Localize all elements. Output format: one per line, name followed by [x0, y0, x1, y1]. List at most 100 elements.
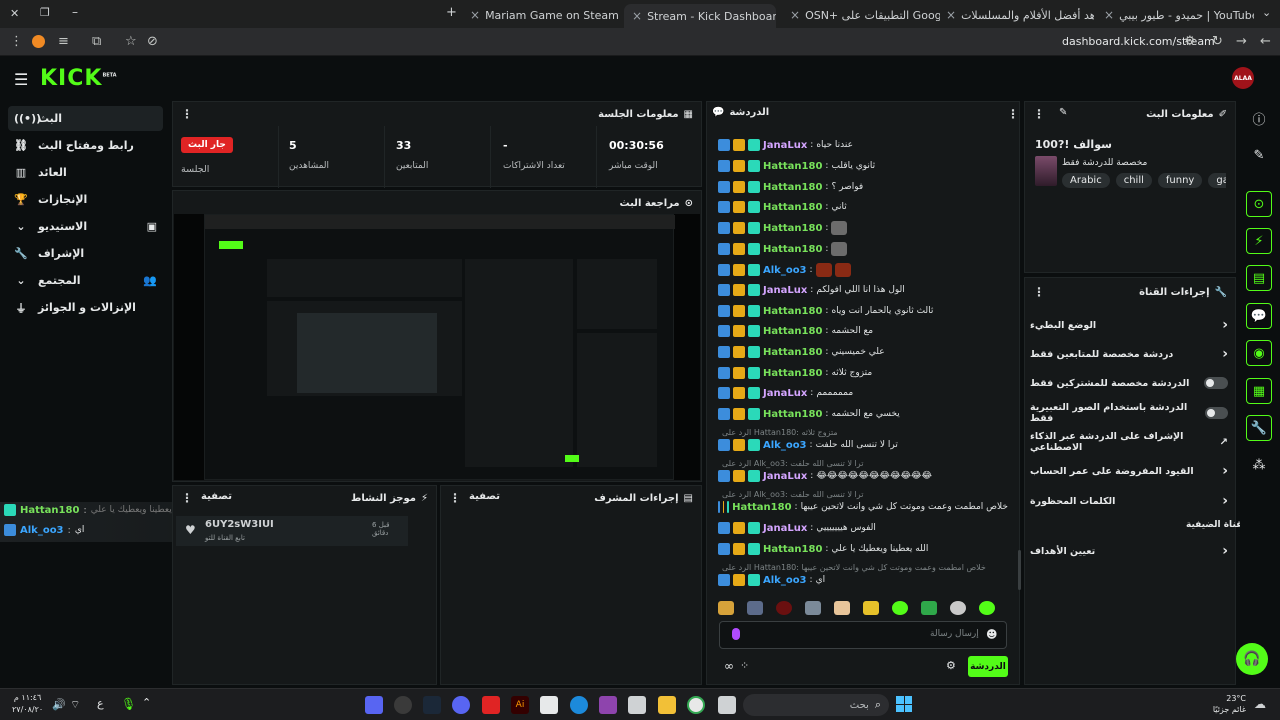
- tab-youtube[interactable]: × حميدو - طيور بيبي | YouTube - y: [1104, 4, 1254, 26]
- hamburger-menu-icon[interactable]: ☰: [14, 70, 28, 89]
- stream-preview-video[interactable]: [174, 214, 700, 480]
- support-headset-icon[interactable]: 🎧: [1236, 643, 1268, 675]
- microphone-icon[interactable]: 🎙: [121, 697, 136, 711]
- windows-start-icon[interactable]: [896, 696, 912, 712]
- emotes-only-toggle[interactable]: [1205, 407, 1228, 419]
- nav-item-stream-key[interactable]: ⛓ رابط ومفتاح البث: [8, 133, 163, 158]
- kebab-menu-icon[interactable]: ⋮: [1033, 285, 1045, 299]
- chat-message[interactable]: Hattan180: متزوج ثلاثه: [718, 364, 1008, 382]
- chat-message[interactable]: Hattan180: ثانوي ياقلب: [718, 157, 1008, 175]
- bookmark-star-icon[interactable]: ☆: [125, 34, 137, 49]
- nav-item-moderation[interactable]: 🔧 الإشراف: [8, 241, 163, 266]
- avatar[interactable]: ALAA: [1232, 67, 1254, 89]
- acrobat-icon[interactable]: [482, 696, 500, 714]
- chat-message[interactable]: Hattan180:: [718, 219, 1008, 237]
- ai-moderation-row[interactable]: الإشراف على الدردشة عبر الذكاء الاصطناعي…: [1030, 431, 1228, 453]
- tracking-protection-icon[interactable]: ⊘: [147, 34, 158, 49]
- emote-button[interactable]: [950, 601, 966, 615]
- emoji-picker-icon[interactable]: ☻: [986, 628, 997, 641]
- close-tab-icon[interactable]: ×: [632, 9, 642, 23]
- mod-log-toggle-icon[interactable]: ▤: [1246, 265, 1272, 291]
- preview-toggle-icon[interactable]: ⊙: [1246, 191, 1272, 217]
- subscribers-only-toggle[interactable]: [1204, 377, 1228, 389]
- chat-message[interactable]: Hattan180: يخسي مع الحشمه: [718, 405, 1008, 423]
- tag-chip[interactable]: funny: [1157, 173, 1203, 188]
- close-tab-icon[interactable]: ×: [1104, 8, 1114, 22]
- app-icon[interactable]: [628, 696, 646, 714]
- chat-message[interactable]: Alk_oo3: اي: [718, 571, 1008, 589]
- chat-message[interactable]: JanaLux: 😂😂😂😂😂😂😂😂😂😂😂: [718, 467, 1008, 485]
- tag-chip[interactable]: Arabic: [1062, 173, 1110, 188]
- steam-icon[interactable]: [423, 696, 441, 714]
- edit-icon[interactable]: ✎: [1246, 142, 1272, 168]
- minimize-window-icon[interactable]: –: [72, 5, 78, 19]
- tab-kick-dashboard[interactable]: × Stream - Kick Dashboard K: [624, 4, 776, 28]
- emote-button[interactable]: [747, 601, 763, 615]
- chat-message[interactable]: Alk_oo3:: [718, 261, 1008, 279]
- account-age-row[interactable]: القيود المفروضة على عمر الحساب ›: [1030, 461, 1228, 481]
- close-tab-icon[interactable]: ×: [790, 8, 800, 22]
- chrome-icon[interactable]: [687, 696, 705, 714]
- chat-message[interactable]: Alk_oo3: ترا لا تنسى الله حلفت: [718, 436, 1008, 454]
- chat-toggle-icon[interactable]: 💬: [1246, 303, 1272, 329]
- gear-icon[interactable]: ⚙: [946, 659, 956, 672]
- emote-button[interactable]: [834, 601, 850, 615]
- chat-scrollbar[interactable]: [1018, 550, 1021, 590]
- emote-button[interactable]: [718, 601, 734, 615]
- category-thumbnail[interactable]: [1035, 156, 1057, 186]
- mic-icon[interactable]: [732, 628, 740, 640]
- more-widgets-icon[interactable]: ⁂: [1246, 452, 1272, 478]
- chat-message[interactable]: JanaLux: الول هذا انا اللي افولكم: [718, 281, 1008, 299]
- discord-icon[interactable]: [365, 696, 383, 714]
- copilot-icon[interactable]: [599, 696, 617, 714]
- set-goals-row[interactable]: تعيين الأهداف ›: [1030, 541, 1228, 561]
- edge-icon[interactable]: [570, 696, 588, 714]
- followers-only-row[interactable]: دردشة مخصصة للمتابعين فقط ›: [1030, 344, 1228, 364]
- tag-chip[interactable]: chill: [1115, 173, 1152, 188]
- kebab-menu-icon[interactable]: ⋮: [181, 491, 193, 505]
- tray-chevron-icon[interactable]: ⌃: [142, 696, 151, 709]
- chat-message[interactable]: Hattan180: ثاني: [718, 198, 1008, 216]
- users-icon[interactable]: ⁘: [740, 659, 749, 672]
- emote-button[interactable]: [921, 601, 937, 615]
- chat-message[interactable]: JanaLux: ممممممم: [718, 384, 1008, 402]
- nav-item-drops[interactable]: ⏚ الإنزالات و الجوائز: [8, 295, 163, 320]
- nav-item-stream[interactable]: ((•)) البث: [8, 106, 163, 131]
- reload-icon[interactable]: ↻: [1212, 34, 1223, 49]
- close-tab-icon[interactable]: ×: [946, 8, 956, 22]
- obs-icon[interactable]: [394, 696, 412, 714]
- filter-button[interactable]: تصفية: [201, 491, 232, 505]
- close-tab-icon[interactable]: ×: [470, 8, 480, 22]
- chat-message[interactable]: Hattan180: الله يعطينا ويعطيك يا علي: [718, 540, 1008, 558]
- nav-item-achievements[interactable]: 🏆 الإنجازات: [8, 187, 163, 212]
- slow-mode-row[interactable]: الوضع البطيء ›: [1030, 315, 1228, 335]
- clock[interactable]: ١١:٤٦ م ٢٧/٠٨/٢٠: [12, 692, 43, 716]
- emote-button[interactable]: [979, 601, 995, 615]
- activity-toggle-icon[interactable]: ⚡: [1246, 228, 1272, 254]
- kebab-menu-icon[interactable]: ⋮: [1033, 107, 1045, 121]
- tab-steam[interactable]: × Mariam Game on Steam: [470, 4, 620, 26]
- tab-search-list-icon[interactable]: ≡: [58, 34, 69, 49]
- chat-message[interactable]: JanaLux: عندنا حياه: [718, 136, 1008, 154]
- illustrator-icon[interactable]: Ai: [511, 696, 529, 714]
- back-icon[interactable]: ←: [1260, 34, 1271, 49]
- chat-message[interactable]: Hattan180:: [718, 240, 1008, 258]
- menu-dots-icon[interactable]: ⋮: [10, 34, 23, 49]
- task-view-icon[interactable]: [718, 696, 736, 714]
- filter-button[interactable]: تصفية: [469, 491, 500, 505]
- chat-message[interactable]: Hattan180: مع الحشمه: [718, 322, 1008, 340]
- tab-osn[interactable]: × OSN+ التطبيقات على Google ▶: [790, 4, 940, 26]
- nav-item-studio[interactable]: ⌄ الاستيديو ▣: [8, 214, 163, 239]
- discord-app-icon[interactable]: [452, 696, 470, 714]
- new-tab-icon[interactable]: +: [446, 5, 457, 20]
- chat-message[interactable]: Hattan180: ثالث ثانوي يالحمار انت وياه: [718, 302, 1008, 320]
- kebab-menu-icon[interactable]: ⋮: [181, 107, 193, 121]
- banned-words-row[interactable]: الكلمات المحظورة ›: [1030, 491, 1228, 511]
- kick-logo[interactable]: KICKBETA: [40, 66, 117, 91]
- send-chat-button[interactable]: الدردشة: [968, 656, 1008, 677]
- infinity-icon[interactable]: ∞: [724, 659, 734, 673]
- chat-message[interactable]: JanaLux: الفوس هيييييييي: [718, 519, 1008, 537]
- edit-pencil-icon[interactable]: ✎: [1059, 107, 1067, 121]
- site-settings-icon[interactable]: ⚙: [1184, 34, 1196, 49]
- emote-button[interactable]: [892, 601, 908, 615]
